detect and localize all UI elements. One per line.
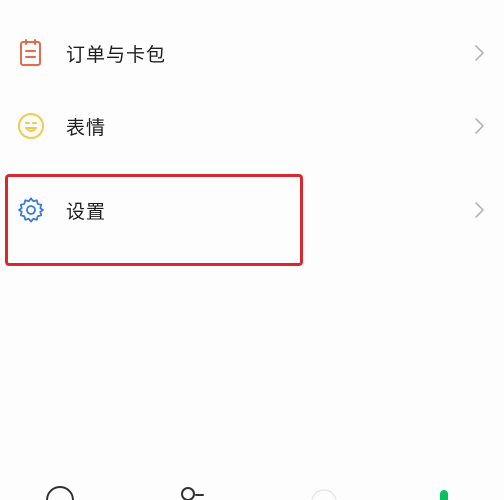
menu-item-label: 订单与卡包 [66, 44, 167, 66]
menu-item-orders-and-cards[interactable]: 订单与卡包 [0, 18, 504, 88]
menu-item-stickers[interactable]: 表情 [0, 92, 504, 162]
menu-item-label: 设置 [66, 201, 107, 223]
bottom-tab-bar [0, 478, 504, 500]
chevron-right-icon [474, 115, 486, 137]
me-icon[interactable] [428, 484, 468, 500]
menu-item-settings[interactable]: 设置 [0, 175, 504, 245]
card-icon [16, 38, 46, 68]
smiley-icon [16, 111, 46, 141]
contacts-icon[interactable] [172, 484, 212, 500]
chat-bubble-icon[interactable] [40, 484, 80, 500]
menu-item-label: 表情 [66, 117, 107, 139]
discover-icon[interactable] [304, 484, 344, 500]
me-settings-screen: 订单与卡包 表情 设置 [0, 0, 504, 500]
gear-icon [16, 195, 46, 225]
chevron-right-icon [474, 199, 486, 221]
chevron-right-icon [474, 42, 486, 64]
